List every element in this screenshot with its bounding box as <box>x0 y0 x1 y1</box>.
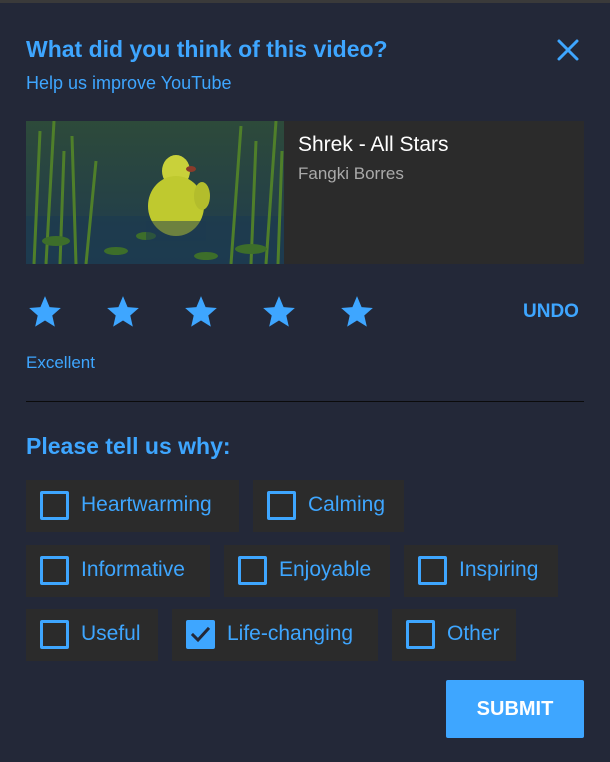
reason-label: Enjoyable <box>279 558 372 581</box>
rating-label: Excellent <box>26 353 95 372</box>
video-card[interactable]: Shrek - All Stars Fangki Borres <box>26 121 584 264</box>
reason-label: Other <box>447 622 500 645</box>
star-2-icon[interactable] <box>104 293 142 331</box>
reason-label: Life-changing <box>227 622 354 645</box>
checkbox[interactable] <box>418 556 447 585</box>
reason-calming[interactable]: Calming <box>253 480 404 532</box>
reason-label: Inspiring <box>459 558 539 581</box>
video-title: Shrek - All Stars <box>298 133 449 156</box>
checkbox[interactable] <box>40 491 69 520</box>
undo-button[interactable]: UNDO <box>523 301 579 323</box>
checkbox-checked[interactable] <box>186 620 215 649</box>
video-thumbnail[interactable] <box>26 121 284 264</box>
dialog-title: What did you think of this video? <box>26 36 388 62</box>
star-5-icon[interactable] <box>338 293 376 331</box>
reason-enjoyable[interactable]: Enjoyable <box>224 545 390 597</box>
reason-label: Useful <box>81 622 141 645</box>
checkbox[interactable] <box>238 556 267 585</box>
submit-button[interactable]: SUBMIT <box>446 680 584 738</box>
star-3-icon[interactable] <box>182 293 220 331</box>
feedback-dialog: What did you think of this video? Help u… <box>0 3 610 762</box>
reason-useful[interactable]: Useful <box>26 609 158 661</box>
reason-label: Informative <box>81 558 185 581</box>
reason-label: Heartwarming <box>81 493 212 516</box>
reason-label: Calming <box>308 493 386 516</box>
checkbox[interactable] <box>40 556 69 585</box>
checkmark-icon <box>190 626 211 643</box>
dialog-subtitle: Help us improve YouTube <box>26 73 232 93</box>
reason-informative[interactable]: Informative <box>26 545 210 597</box>
checkbox[interactable] <box>267 491 296 520</box>
reasons-heading: Please tell us why: <box>26 433 231 459</box>
reason-life-changing[interactable]: Life-changing <box>172 609 378 661</box>
reason-heartwarming[interactable]: Heartwarming <box>26 480 239 532</box>
checkbox[interactable] <box>40 620 69 649</box>
reason-inspiring[interactable]: Inspiring <box>404 545 558 597</box>
divider <box>26 401 584 402</box>
close-button[interactable] <box>552 34 584 66</box>
reason-other[interactable]: Other <box>392 609 516 661</box>
close-icon <box>557 39 579 61</box>
video-channel: Fangki Borres <box>298 164 404 183</box>
checkbox[interactable] <box>406 620 435 649</box>
star-4-icon[interactable] <box>260 293 298 331</box>
star-1-icon[interactable] <box>26 293 64 331</box>
